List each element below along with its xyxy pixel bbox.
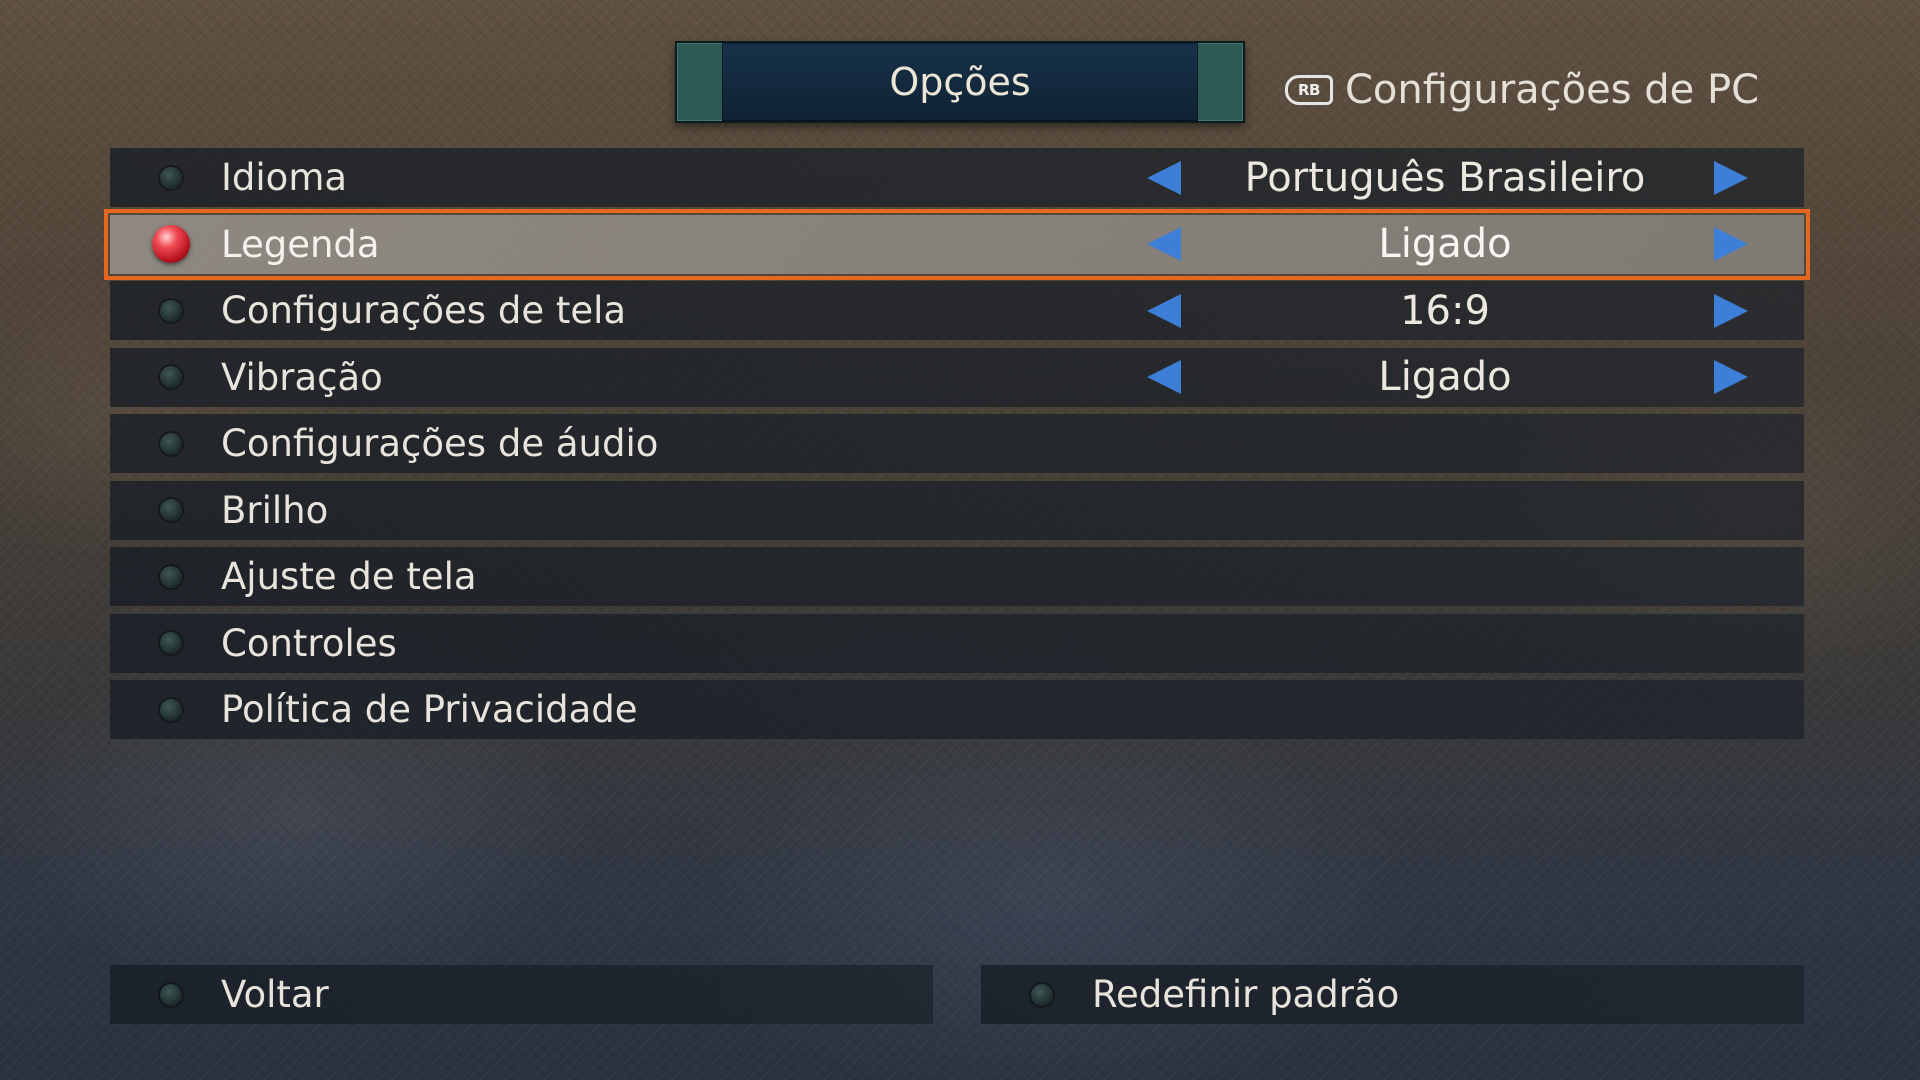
arrow-right-icon[interactable] <box>1714 293 1748 328</box>
bullet-icon <box>1031 983 1053 1006</box>
options-tab-label: Opções <box>889 60 1031 104</box>
option-row-audio-settings[interactable]: Configurações de áudio <box>110 414 1804 473</box>
bullet-icon <box>160 299 182 322</box>
option-row-language[interactable]: Idioma Português Brasileiro <box>110 148 1804 207</box>
arrow-left-icon[interactable] <box>1147 293 1181 328</box>
back-button-label: Voltar <box>221 973 329 1016</box>
arrow-right-icon[interactable] <box>1714 227 1748 261</box>
option-value: Português Brasileiro <box>1244 154 1646 201</box>
option-label: Vibração <box>221 355 383 399</box>
pc-settings-tab-label: Configurações de PC <box>1345 67 1760 113</box>
bullet-icon <box>160 983 182 1006</box>
option-label: Configurações de tela <box>221 289 627 332</box>
arrow-left-icon[interactable] <box>1147 160 1181 195</box>
option-row-subtitles[interactable]: Legenda Ligado <box>104 208 1810 280</box>
bullet-icon <box>160 366 182 388</box>
bullet-icon <box>160 499 182 521</box>
bullet-icon <box>160 632 182 654</box>
arrow-right-icon[interactable] <box>1714 160 1748 195</box>
option-label: Configurações de áudio <box>221 422 659 465</box>
option-row-privacy-policy[interactable]: Política de Privacidade <box>110 680 1804 739</box>
arrow-left-icon[interactable] <box>1147 227 1181 261</box>
option-label: Política de Privacidade <box>221 688 638 731</box>
option-label: Controles <box>221 621 397 665</box>
option-label: Idioma <box>221 156 348 199</box>
bullet-icon <box>160 565 182 588</box>
arrow-right-icon[interactable] <box>1714 360 1748 394</box>
reset-defaults-button-label: Redefinir padrão <box>1092 973 1400 1016</box>
option-row-brightness[interactable]: Brilho <box>110 480 1804 540</box>
pc-settings-tab[interactable]: RB Configurações de PC <box>1285 62 1759 118</box>
option-label: Brilho <box>221 488 329 532</box>
option-row-controls[interactable]: Controles <box>110 613 1804 673</box>
back-button[interactable]: Voltar <box>110 965 933 1024</box>
option-value: 16:9 <box>1400 287 1490 334</box>
option-row-screen-adjust[interactable]: Ajuste de tela <box>110 547 1804 606</box>
bullet-icon <box>160 432 182 455</box>
options-tab[interactable]: Opções <box>675 41 1245 123</box>
bullet-icon <box>160 166 182 189</box>
bullet-icon <box>160 698 182 721</box>
rb-button-icon: RB <box>1285 75 1333 105</box>
option-label: Ajuste de tela <box>221 555 477 598</box>
option-row-vibration[interactable]: Vibração Ligado <box>110 347 1804 407</box>
option-list: Idioma Português Brasileiro Legenda Liga… <box>104 148 1810 747</box>
arrow-left-icon[interactable] <box>1147 360 1181 394</box>
option-label: Legenda <box>221 222 380 266</box>
selected-bullet-icon <box>152 225 190 263</box>
option-value: Ligado <box>1378 354 1512 400</box>
option-row-screen-settings[interactable]: Configurações de tela 16:9 <box>110 281 1804 340</box>
option-value: Ligado <box>1378 221 1512 267</box>
reset-defaults-button[interactable]: Redefinir padrão <box>981 965 1804 1024</box>
